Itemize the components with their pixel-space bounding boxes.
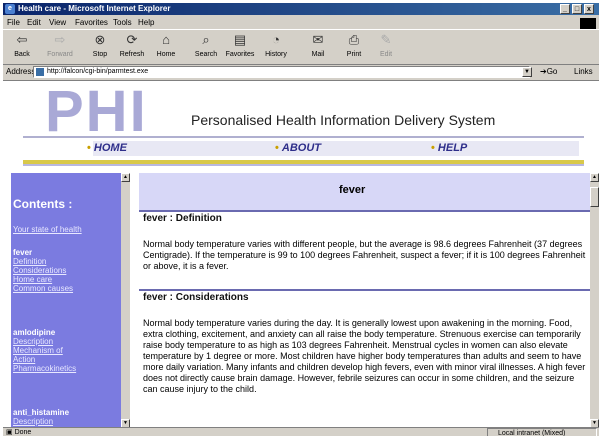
favorites-icon: ▤ [233, 32, 247, 47]
window-title: Health care - Microsoft Internet Explore… [18, 4, 171, 13]
page-scrollbar[interactable]: ▲ ▼ [590, 173, 599, 428]
site-title: Personalised Health Information Delivery… [191, 112, 496, 128]
contents-heading: Contents : [13, 197, 73, 211]
sidebar-link-considerations[interactable]: Considerations [13, 266, 66, 275]
status-bar: ▣ Done Local intranet (Mixed) [3, 427, 599, 436]
favorites-button[interactable]: ▤ Favorites [223, 32, 257, 64]
address-input[interactable]: http://falcon/cgi-bin/parmtest.exe [33, 66, 530, 78]
address-url: http://falcon/cgi-bin/parmtest.exe [47, 68, 149, 75]
address-dropdown-icon[interactable]: ▼ [522, 67, 532, 77]
forward-button[interactable]: ⇨ Forward [43, 32, 77, 64]
scroll-up-icon[interactable]: ▲ [590, 173, 599, 182]
print-icon: ⎙ [348, 32, 360, 47]
sidebar-topic-amlodipine: amlodipine [13, 328, 56, 337]
site-header: PHI Personalised Health Information Deli… [3, 81, 596, 174]
contents-sidebar: Contents : Your state of health fever De… [11, 173, 121, 428]
windows-logo-icon [580, 18, 596, 29]
topic-title: fever [339, 184, 366, 196]
nav-home[interactable]: • HOME [87, 141, 127, 156]
nav-bullet-icon: • [431, 142, 438, 154]
section-body-definition: Normal body temperature varies with diff… [143, 239, 586, 271]
go-arrow-icon: ➔ [540, 67, 547, 76]
toolbar: ⇦ Back ⇨ Forward ⊗ Stop ⟳ Refresh ⌂ Home ⌕ Sea… [3, 29, 599, 65]
sidebar-topic-anti-histamine: anti_histamine [13, 408, 70, 417]
topic-content: fever fever : Definition Normal body tem… [139, 173, 590, 428]
stop-button[interactable]: ⊗ Stop [83, 32, 117, 64]
sidebar-link-home-care[interactable]: Home care [13, 275, 52, 284]
home-button[interactable]: ⌂ Home [149, 32, 183, 64]
nav-about[interactable]: • ABOUT [275, 141, 321, 156]
phi-logo: PHI [45, 79, 148, 144]
menu-view[interactable]: View [49, 17, 66, 29]
sidebar-link-common-causes[interactable]: Common causes [13, 284, 73, 293]
sidebar-link-description-2[interactable]: Description [13, 417, 53, 426]
maximize-icon[interactable]: □ [572, 4, 582, 14]
page-viewport: PHI Personalised Health Information Deli… [3, 80, 599, 428]
search-icon: ⌕ [202, 32, 210, 47]
section-heading-considerations: fever : Considerations [139, 289, 590, 305]
header-divider [23, 136, 584, 138]
topic-header: fever [139, 173, 590, 210]
menu-help[interactable]: Help [138, 17, 154, 29]
mail-button[interactable]: ✉ Mail [301, 32, 335, 64]
menu-favorites[interactable]: Favorites [75, 17, 108, 29]
sidebar-link-pharmacokinetics[interactable]: Pharmacokinetics [13, 364, 76, 373]
page-done-icon: ▣ [6, 429, 15, 436]
links-button[interactable]: Links [574, 65, 593, 79]
history-icon: ◔ [272, 32, 280, 47]
sidebar-link-action[interactable]: Action [13, 355, 35, 364]
sidebar-link-state-of-health[interactable]: Your state of health [13, 225, 82, 234]
edit-button[interactable]: ✎ Edit [369, 32, 403, 64]
back-arrow-icon: ⇦ [16, 32, 28, 47]
search-button[interactable]: ⌕ Search [189, 32, 223, 64]
lavender-band [23, 164, 584, 166]
ie-icon: e [5, 4, 15, 14]
browser-window: e Health care - Microsoft Internet Explo… [3, 3, 599, 436]
address-label: Address [6, 67, 36, 76]
stop-icon: ⊗ [94, 32, 106, 47]
nav-bullet-icon: • [275, 142, 282, 154]
nav-bullet-icon: • [87, 142, 94, 154]
close-icon[interactable]: x [584, 4, 594, 14]
address-bar: Address http://falcon/cgi-bin/parmtest.e… [3, 65, 599, 79]
scroll-up-icon[interactable]: ▲ [121, 173, 130, 182]
forward-arrow-icon: ⇨ [54, 32, 66, 47]
go-button[interactable]: ➔Go [540, 65, 557, 79]
history-button[interactable]: ◔ History [259, 32, 293, 64]
sidebar-scrollbar[interactable]: ▲ ▼ [121, 173, 130, 428]
back-button[interactable]: ⇦ Back [5, 32, 39, 64]
menu-tools[interactable]: Tools [113, 17, 132, 29]
minimize-icon[interactable]: _ [560, 4, 570, 14]
edit-icon: ✎ [380, 32, 392, 47]
sidebar-topic-fever: fever [13, 248, 33, 257]
section-heading-definition: fever : Definition [139, 210, 590, 226]
sidebar-link-description[interactable]: Description [13, 337, 53, 346]
menu-bar: File Edit View Favorites Tools Help [3, 17, 599, 29]
refresh-icon: ⟳ [126, 32, 138, 47]
page-icon [36, 68, 44, 76]
title-bar: e Health care - Microsoft Internet Explo… [3, 3, 599, 15]
mail-icon: ✉ [312, 32, 324, 47]
home-icon: ⌂ [162, 32, 170, 47]
site-nav: • HOME • ABOUT • HELP [87, 141, 579, 156]
scrollbar-thumb[interactable] [590, 187, 599, 207]
security-zone: Local intranet (Mixed) [487, 428, 597, 436]
refresh-button[interactable]: ⟳ Refresh [115, 32, 149, 64]
sidebar-link-mechanism[interactable]: Mechanism of [13, 346, 63, 355]
menu-edit[interactable]: Edit [27, 17, 41, 29]
nav-help[interactable]: • HELP [431, 141, 467, 156]
status-text: ▣ Done [6, 429, 32, 436]
menu-file[interactable]: File [7, 17, 20, 29]
sidebar-link-definition[interactable]: Definition [13, 257, 46, 266]
section-body-considerations: Normal body temperature varies during th… [143, 318, 586, 394]
print-button[interactable]: ⎙ Print [337, 32, 371, 64]
